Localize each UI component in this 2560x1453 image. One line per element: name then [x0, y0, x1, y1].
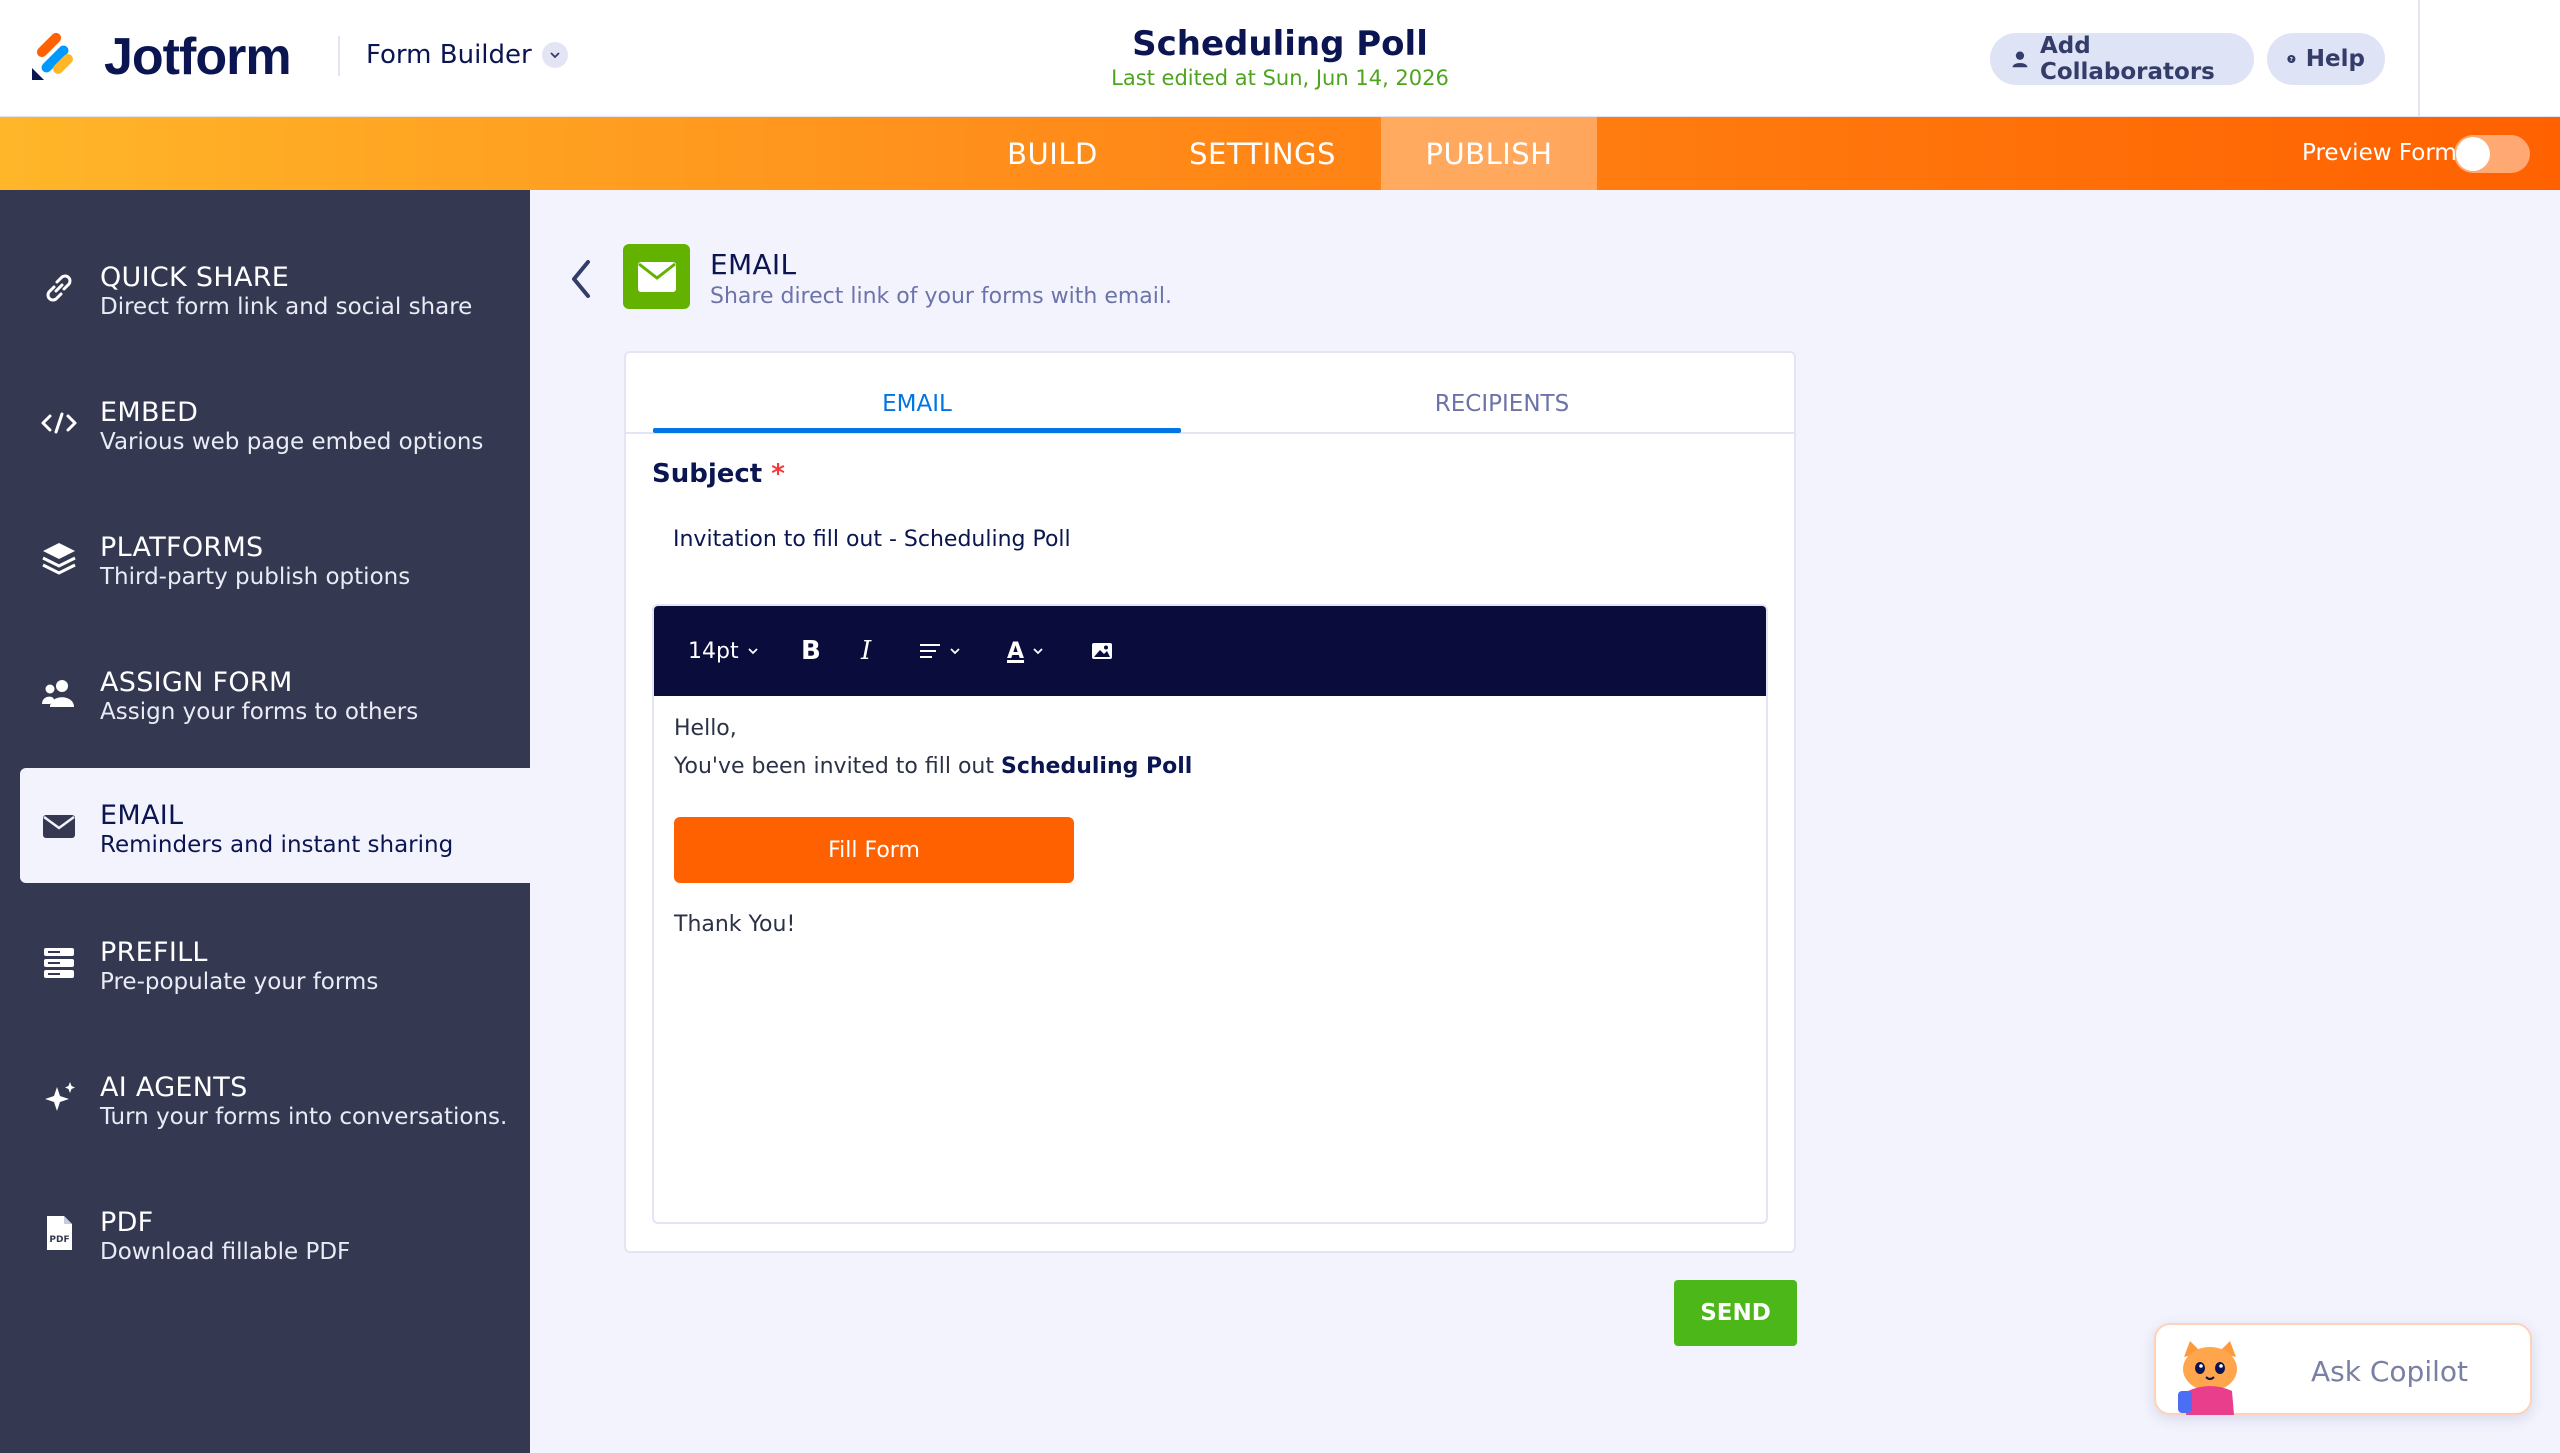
- insert-image-button[interactable]: [1091, 606, 1113, 696]
- add-collaborators-label: Add Collaborators: [2039, 33, 2215, 85]
- header-right-divider: [2418, 0, 2420, 117]
- form-builder-label: Form Builder: [366, 40, 532, 70]
- subject-label: Subject *: [652, 459, 785, 489]
- align-left-icon: [920, 644, 940, 658]
- ask-copilot-label: Ask Copilot: [2311, 1355, 2468, 1388]
- align-dropdown[interactable]: [919, 606, 961, 696]
- active-tab-indicator: [653, 428, 1181, 433]
- editor-toolbar: 14pt B I A: [654, 606, 1766, 696]
- tab-email[interactable]: EMAIL: [653, 376, 1181, 432]
- chevron-down-icon: [1033, 648, 1043, 655]
- jotform-logo[interactable]: Jotform: [30, 27, 292, 87]
- tab-recipients[interactable]: RECIPIENTS: [1213, 376, 1791, 432]
- form-builder-dropdown[interactable]: Form Builder: [366, 40, 568, 70]
- sidebar-item-desc: Various web page embed options: [100, 429, 484, 455]
- sidebar-item-desc: Reminders and instant sharing: [100, 832, 454, 858]
- sidebar-item-title: PLATFORMS: [100, 532, 264, 563]
- required-asterisk: *: [771, 459, 785, 489]
- page-description: Share direct link of your forms with ema…: [710, 284, 1173, 309]
- sidebar-item-ai-agents[interactable]: AI AGENTS Turn your forms into conversat…: [0, 1040, 530, 1155]
- invite-form-name: Scheduling Poll: [1000, 754, 1193, 779]
- sparkle-icon: [45, 1081, 75, 1111]
- link-icon: [46, 274, 72, 301]
- svg-text:PDF: PDF: [49, 1235, 69, 1245]
- users-icon: [42, 679, 74, 707]
- fill-form-button[interactable]: Fill Form: [674, 817, 1074, 883]
- font-size-value: 14pt: [688, 638, 739, 664]
- copilot-cat-avatar-icon: [2178, 1341, 2237, 1415]
- sidebar-item-title: ASSIGN FORM: [100, 667, 293, 698]
- help-button[interactable]: ? Help: [2267, 33, 2385, 85]
- tab-settings[interactable]: SETTINGS: [1170, 117, 1355, 190]
- envelope-icon: [43, 814, 75, 838]
- font-size-dropdown[interactable]: 14pt: [688, 606, 759, 696]
- sidebar-item-assign-form[interactable]: ASSIGN FORM Assign your forms to others: [0, 635, 530, 750]
- brand-name: Jotform: [104, 28, 292, 86]
- layers-icon: [42, 542, 76, 575]
- email-greeting: Hello,: [674, 716, 737, 741]
- pdf-icon: PDF: [47, 1215, 72, 1250]
- sidebar-item-desc: Third-party publish options: [100, 564, 411, 590]
- chevron-down-icon: [541, 42, 568, 68]
- toggle-knob: [2456, 137, 2490, 171]
- sidebar-item-email[interactable]: EMAIL Reminders and instant sharing: [20, 768, 530, 883]
- text-color-icon: A: [1007, 638, 1025, 664]
- chevron-down-icon: [950, 648, 960, 655]
- email-invite-line: You've been invited to fill out Scheduli…: [674, 754, 1192, 779]
- sidebar-item-desc: Assign your forms to others: [100, 699, 419, 725]
- ask-copilot-button[interactable]: Ask Copilot: [2154, 1323, 2532, 1415]
- user-icon: [2012, 51, 2028, 68]
- code-icon: [41, 412, 77, 433]
- header-divider: [338, 36, 340, 76]
- publish-sidebar: QUICK SHARE Direct form link and social …: [0, 190, 530, 1453]
- email-closing: Thank You!: [674, 912, 796, 937]
- sidebar-item-quick-share[interactable]: QUICK SHARE Direct form link and social …: [0, 230, 530, 345]
- sidebar-item-desc: Pre-populate your forms: [100, 969, 379, 995]
- sidebar-item-embed[interactable]: EMBED Various web page embed options: [0, 365, 530, 480]
- top-header: Jotform Form Builder Scheduling Poll Las…: [0, 0, 2560, 117]
- sidebar-item-title: QUICK SHARE: [100, 262, 290, 293]
- sidebar-item-platforms[interactable]: PLATFORMS Third-party publish options: [0, 500, 530, 615]
- image-icon: [1092, 643, 1112, 659]
- bold-button[interactable]: B: [801, 606, 821, 696]
- sidebar-item-title: EMAIL: [100, 800, 184, 831]
- question-icon: ?: [2287, 54, 2296, 64]
- invite-prefix: You've been invited to fill out: [674, 754, 1001, 779]
- page-title: EMAIL: [710, 248, 797, 281]
- sidebar-item-prefill[interactable]: PREFILL Pre-populate your forms: [0, 905, 530, 1020]
- svg-text:?: ?: [2290, 57, 2293, 63]
- sidebar-item-desc: Download fillable PDF: [100, 1239, 351, 1265]
- sidebar-item-pdf[interactable]: PDF PDF Download fillable PDF: [0, 1175, 530, 1290]
- back-arrow-icon[interactable]: [566, 256, 596, 302]
- sidebar-item-title: PDF: [100, 1207, 154, 1238]
- chevron-down-icon: [747, 648, 758, 655]
- add-collaborators-button[interactable]: Add Collaborators: [1990, 33, 2254, 85]
- stack-icon: [44, 947, 74, 978]
- sidebar-item-title: EMBED: [100, 397, 199, 428]
- sidebar-item-title: AI AGENTS: [100, 1072, 248, 1103]
- sidebar-item-desc: Direct form link and social share: [100, 294, 473, 320]
- email-tile-icon: [623, 244, 690, 309]
- subject-label-text: Subject: [652, 459, 763, 489]
- email-body-editor[interactable]: 14pt B I A Hello, You've been invited to…: [652, 604, 1768, 1224]
- tab-build[interactable]: BUILD: [990, 117, 1115, 190]
- tab-publish[interactable]: PUBLISH: [1381, 117, 1597, 190]
- jotform-logo-icon: [32, 32, 73, 80]
- preview-form-label: Preview Form: [2302, 140, 2457, 166]
- main-nav-bar: BUILD SETTINGS PUBLISH Preview Form: [0, 117, 2560, 190]
- subject-input[interactable]: [652, 508, 1768, 570]
- preview-form-toggle[interactable]: [2454, 135, 2530, 173]
- italic-button[interactable]: I: [861, 606, 871, 696]
- text-color-dropdown[interactable]: A: [1007, 606, 1044, 696]
- help-label: Help: [2305, 46, 2365, 72]
- sidebar-item-title: PREFILL: [100, 937, 208, 968]
- sidebar-item-desc: Turn your forms into conversations.: [100, 1104, 508, 1130]
- send-button[interactable]: SEND: [1674, 1280, 1797, 1346]
- envelope-icon: [637, 261, 676, 292]
